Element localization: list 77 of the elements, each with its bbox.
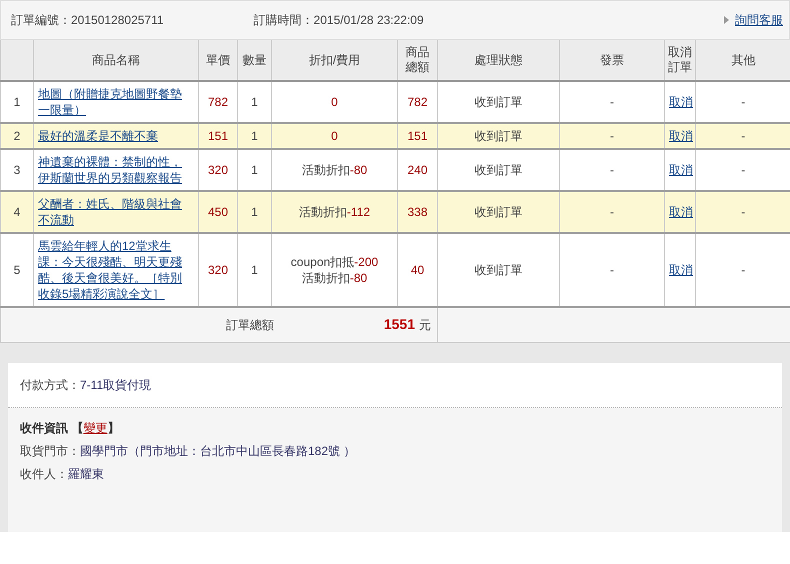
price-cell: 151 [198,123,238,149]
discount-text: 0 [330,128,339,144]
other-cell: - [696,191,790,233]
change-link[interactable]: 變更 [83,421,108,435]
cancel-link[interactable]: 取消 [669,263,693,277]
payment-label: 付款方式： [20,376,80,394]
cancel-link[interactable]: 取消 [669,163,693,177]
price-cell: 320 [198,149,238,191]
customer-service-link[interactable]: 詢問客服 [735,12,783,28]
column-header: 處理狀態 [438,40,560,81]
status-cell: 收到訂單 [438,149,560,191]
column-header: 取消訂單 [664,40,696,81]
column-header: 其他 [696,40,790,81]
column-header: 數量 [238,40,272,81]
order-total-amount: 1551 [384,316,415,332]
other-cell: - [696,149,790,191]
quantity-cell: 1 [238,191,272,233]
price-cell: 450 [198,191,238,233]
column-header: 單價 [198,40,238,81]
other-cell: - [696,233,790,307]
cancel-link[interactable]: 取消 [669,129,693,143]
store-label: 取貨門市： [20,444,80,458]
row-index: 3 [0,149,34,191]
recipient-label: 收件人： [20,467,68,481]
cancel-link[interactable]: 取消 [669,95,693,109]
product-link[interactable]: 最好的溫柔是不離不棄 [38,128,194,144]
total-cell: 151 [398,123,438,149]
recipient-value: 羅耀東 [68,467,104,481]
quantity-cell: 1 [238,123,272,149]
product-link[interactable]: 地圖（附贈捷克地圖野餐墊一限量） [38,86,194,118]
column-header: 商品總額 [398,40,438,81]
column-header: 商品名稱 [34,40,198,81]
row-index: 2 [0,123,34,149]
order-total-label: 訂單總額 [226,318,274,332]
bracket-close: 】 [107,421,120,435]
price-cell: 320 [198,233,238,307]
row-index: 5 [0,233,34,307]
total-cell: 40 [398,233,438,307]
quantity-cell: 1 [238,149,272,191]
status-cell: 收到訂單 [438,233,560,307]
quantity-cell: 1 [238,81,272,123]
bracket-open: 【 [71,421,84,435]
column-header: 發票 [560,40,664,81]
status-cell: 收到訂單 [438,81,560,123]
payment-value: 7-11取貨付現 [80,376,152,394]
invoice-cell: - [560,191,664,233]
triangle-icon [724,16,729,24]
quantity-cell: 1 [238,233,272,307]
discount-text: 活動折扣-80 [300,162,368,178]
other-cell: - [696,81,790,123]
total-cell: 338 [398,191,438,233]
store-value: 國學門市（門市地址：台北市中山區長春路182號 ） [80,444,356,458]
product-link[interactable]: 馬雲給年輕人的12堂求生課：今天很殘酷、明天更殘酷、後天會很美好。［特別收錄5場精彩演說全文］ [38,238,194,302]
product-link[interactable]: 父酬者：姓氏、階級與社會不流動 [38,196,194,228]
status-cell: 收到訂單 [438,123,560,149]
invoice-cell: - [560,81,664,123]
total-cell: 240 [398,149,438,191]
row-index: 4 [0,191,34,233]
column-header: 折扣/費用 [272,40,398,81]
invoice-cell: - [560,123,664,149]
discount-text: 活動折扣-80 [300,270,368,286]
currency-unit: 元 [419,318,431,332]
discount-text: 0 [330,94,339,110]
order-number: 訂單編號：20150128025711 [11,12,164,28]
price-cell: 782 [198,81,238,123]
cancel-link[interactable]: 取消 [669,205,693,219]
total-cell: 782 [398,81,438,123]
status-cell: 收到訂單 [438,191,560,233]
row-index: 1 [0,81,34,123]
shipping-title: 收件資訊 [20,421,68,435]
discount-text: 活動折扣-112 [298,204,372,220]
other-cell: - [696,123,790,149]
discount-text: coupon扣抵-200 [290,254,380,270]
order-time: 訂購時間：2015/01/28 23:22:09 [254,12,424,28]
invoice-cell: - [560,233,664,307]
invoice-cell: - [560,149,664,191]
product-link[interactable]: 神遺棄的裸體：禁制的性，伊斯蘭世界的另類觀察報告 [38,154,194,186]
